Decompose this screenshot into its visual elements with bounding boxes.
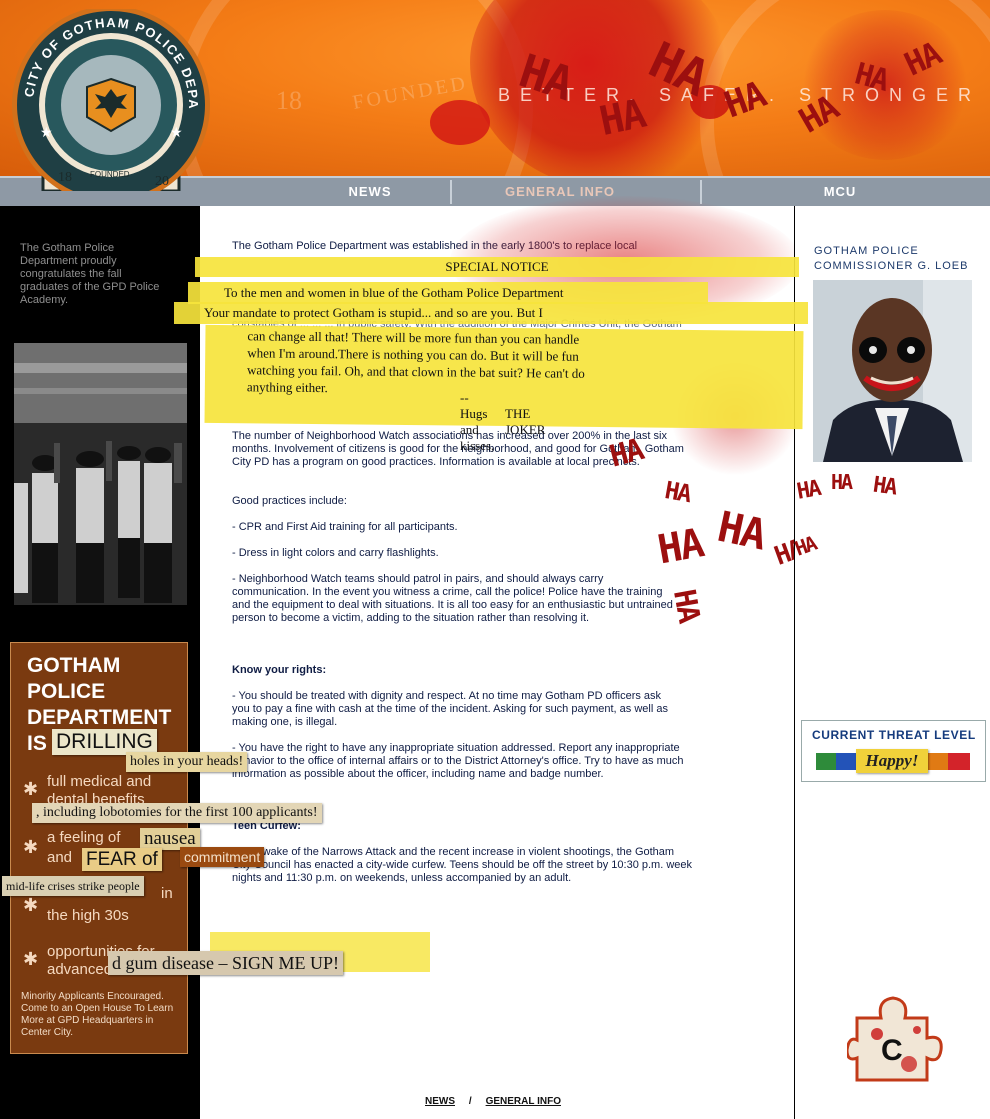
good-practices-heading: Good practices include: [232,495,347,507]
cutout-lobotomies: , including lobotomies for the first 100… [32,803,322,823]
ha-graffiti: HA [713,501,770,560]
footer-separator: / [468,1096,472,1107]
left-sidebar: The Gotham Police Department proudly con… [0,206,200,1119]
star-icon: ✱ [23,949,39,970]
notice-heading: SPECIAL NOTICE [195,257,799,277]
ha-graffiti: HA [791,531,819,561]
intro-text: The Gotham Police Department was establi… [232,240,638,252]
threat-color-green [816,753,836,770]
ha-graffiti: HA [831,470,853,494]
recruit-line: advanced [47,961,113,978]
cutout-commitment: commitment [180,847,265,867]
ha-graffiti: HA [871,472,898,501]
star-icon: ✱ [23,895,39,916]
ha-graffiti: HA [666,586,707,625]
academy-graduates-photo [14,343,187,605]
ha-graffiti: HA [654,520,706,574]
threat-level-label: CURRENT THREAT LEVEL [812,728,976,742]
practice-patrol: - Neighborhood Watch teams should patrol… [232,573,673,624]
practice-cpr: - CPR and First Aid training for all par… [232,521,458,533]
curfew-text: In the wake of the Narrows Attack and th… [232,846,693,884]
practice-dress: - Dress in light colors and carry flashl… [232,547,439,559]
cutout-gum-disease[interactable]: d gum disease – SIGN ME UP! [108,951,343,975]
recruit-footer: Minority Applicants Encouraged. Come to … [21,991,174,1038]
recruit-line: a feeling of [47,829,121,846]
nav-divider [450,180,452,204]
recruit-title-line: POLICE [27,680,106,703]
threat-color-blue [836,753,856,770]
gpd-homepage: 18 FOUNDED BETTER. SAFER. STRONGER HA HA… [0,0,990,1119]
footer-links: NEWS / GENERAL INFO [425,1096,561,1107]
recruit-line: full medical and [47,773,152,790]
joker-puzzle-piece-icon[interactable]: C [845,994,943,1086]
joker-signature: THE JOKER [505,406,546,437]
commissioner-label: GOTHAM POLICE COMMISSIONER G. LOEB [814,244,968,274]
threat-color-red [948,753,970,770]
commissioner-label-line: COMMISSIONER G. LOEB [814,260,969,272]
threat-level-widget: CURRENT THREAT LEVEL Happy! [801,720,986,782]
nav-divider [700,180,702,204]
logo-year-right: 20 [155,174,169,189]
gpd-seal-icon: CITY OF GOTHAM POLICE DEPARTMENT 18 20 F… [4,0,210,204]
recruit-title-line: GOTHAM [27,654,121,677]
recruit-title-line: DEPARTMENT [27,706,172,729]
notice-signoff: --Hugs and kisses, [460,390,495,453]
star-icon: ✱ [23,837,39,858]
cutout-fear: FEAR of [82,848,162,871]
commissioner-label-line: GOTHAM POLICE [814,245,919,257]
recruit-line: the high 30s [47,907,129,924]
notice-line: To the men and women in blue of the Goth… [188,282,708,304]
gpd-logo[interactable]: CITY OF GOTHAM POLICE DEPARTMENT 18 20 F… [4,0,212,204]
cutout-holes: holes in your heads! [126,752,248,772]
logo-founded: FOUNDED [90,170,130,179]
ha-graffiti: HA [795,476,822,505]
blood-drop [430,100,490,145]
ha-graffiti: HA [662,476,693,508]
footer-link-news[interactable]: NEWS [425,1096,455,1107]
nav-news[interactable]: NEWS [300,178,440,206]
recruit-line: and [47,849,73,866]
notice-line: Your mandate to protect Gotham is stupid… [174,302,808,324]
right-address: - You have the right to have any inappro… [232,742,684,780]
notice-body: can change all that! There will be more … [204,324,804,430]
footer-link-general-info[interactable]: GENERAL INFO [486,1096,561,1107]
recruit-line: in [161,885,173,902]
star-icon: ★ [40,125,53,141]
threat-color-orange [928,753,948,770]
nav-general-info[interactable]: GENERAL INFO [470,178,650,206]
right-sidebar: GOTHAM POLICE COMMISSIONER G. LOEB HA HA… [791,206,990,1119]
ha-graffiti: HA [595,90,649,146]
threat-level-value: Happy! [856,749,928,773]
commissioner-photo [813,280,972,462]
right-dignity: - You should be treated with dignity and… [232,690,668,728]
star-icon: ★ [170,125,183,141]
star-icon: ✱ [23,779,39,800]
logo-year-left: 18 [58,170,72,185]
rights-heading: Know your rights: [232,664,327,676]
puzzle-letter: C [881,1034,903,1067]
nav-mcu[interactable]: MCU [780,178,900,206]
ghost-year: 18 [276,86,302,115]
academy-blurb: The Gotham Police Department proudly con… [20,242,160,306]
cutout-midlife: mid-life crises strike people [2,876,144,896]
